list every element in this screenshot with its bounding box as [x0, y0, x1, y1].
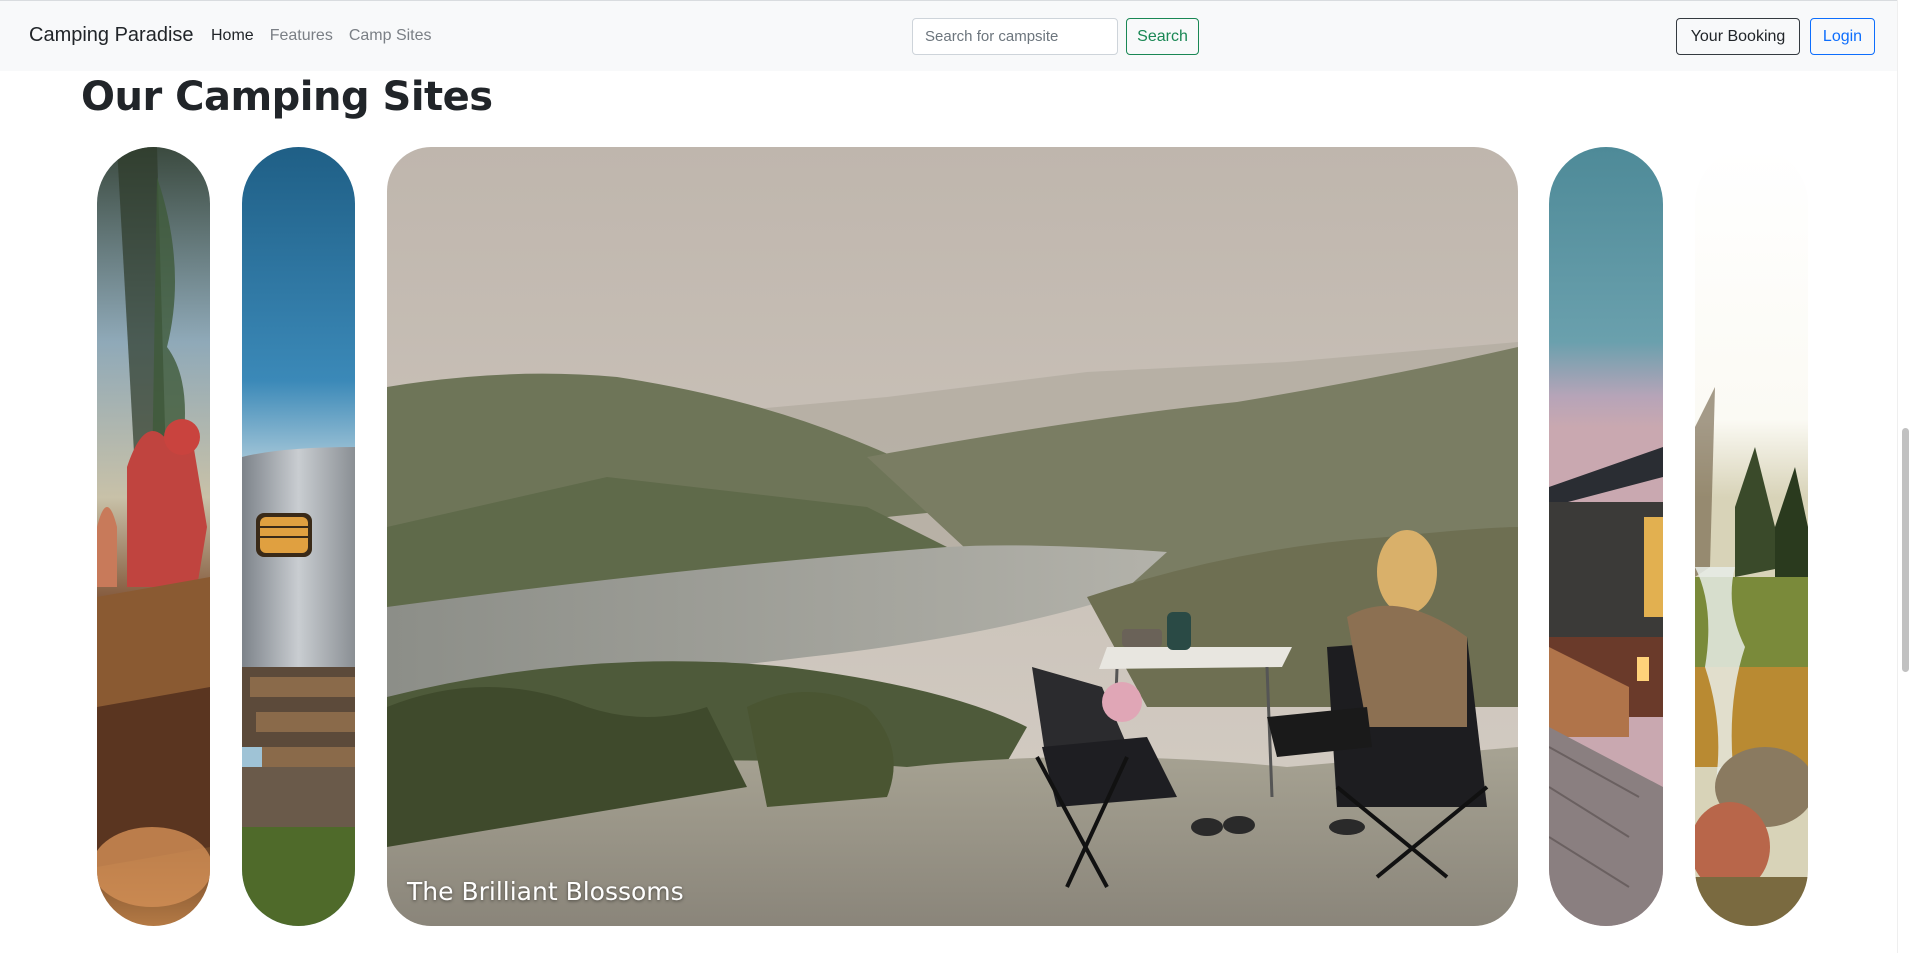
your-booking-button[interactable]: Your Booking [1676, 18, 1800, 55]
section-title: Our Camping Sites [81, 74, 493, 120]
forest-photo [1695, 147, 1808, 926]
campsite-card-featured[interactable]: The Brilliant Blossoms [387, 147, 1518, 926]
nav-link-camp-sites[interactable]: Camp Sites [349, 27, 432, 45]
campsite-card-forest[interactable] [1695, 147, 1808, 926]
page-scrollbar[interactable] [1897, 0, 1913, 953]
brand-logo[interactable]: Camping Paradise [29, 24, 194, 47]
campsite-card-trailer[interactable] [242, 147, 355, 926]
nav-links: Home Features Camp Sites [211, 27, 432, 45]
lake-view-photo [387, 147, 1518, 926]
nav-link-features[interactable]: Features [270, 27, 333, 45]
trailer-photo [242, 147, 355, 926]
campfire-photo [97, 147, 210, 926]
search-input[interactable] [912, 18, 1118, 55]
search-form: Search [912, 18, 1199, 55]
scrollbar-thumb[interactable] [1902, 428, 1909, 672]
campsite-card-campfire[interactable] [97, 147, 210, 926]
search-button[interactable]: Search [1126, 18, 1199, 55]
cabin-photo [1549, 147, 1663, 926]
nav-link-home[interactable]: Home [211, 27, 254, 45]
campsite-card-cabin[interactable] [1549, 147, 1663, 926]
navbar: Camping Paradise Home Features Camp Site… [0, 0, 1897, 71]
nav-actions: Your Booking Login [1676, 18, 1875, 55]
featured-site-caption: The Brilliant Blossoms [407, 877, 684, 906]
login-button[interactable]: Login [1810, 18, 1875, 55]
